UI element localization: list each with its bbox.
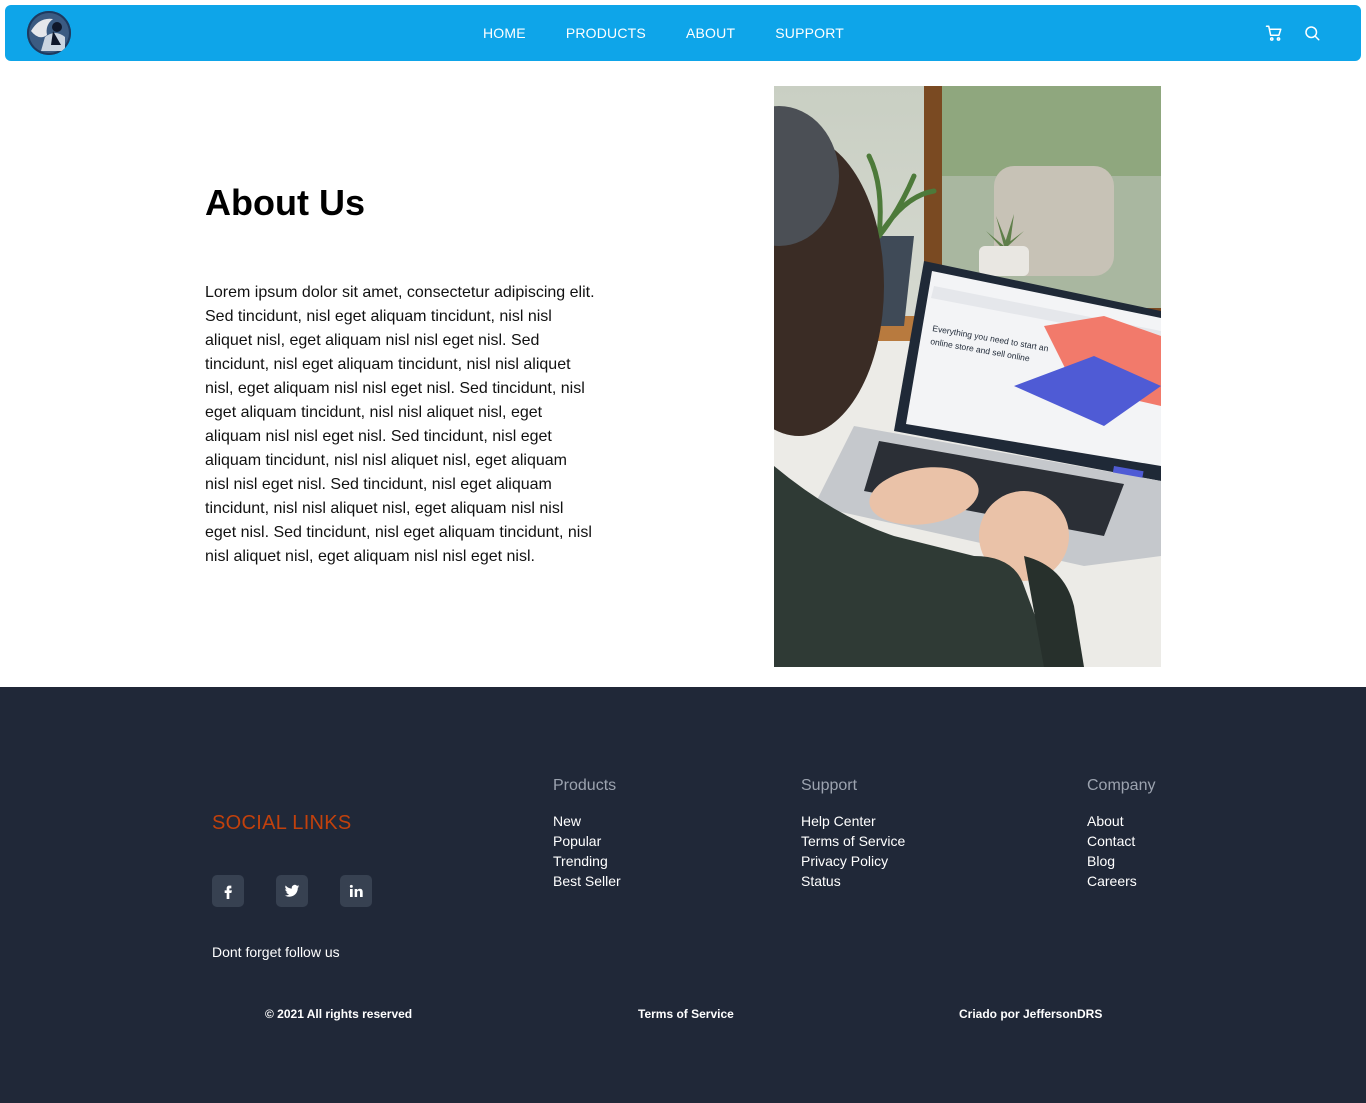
footer-col-title: Company [1087, 777, 1156, 794]
footer-col-title: Support [801, 777, 858, 794]
page-title: About Us [205, 182, 365, 223]
nav-link-home[interactable]: HOME [483, 25, 526, 41]
logo[interactable] [27, 11, 71, 55]
follow-text: Dont forget follow us [212, 944, 340, 960]
footer-col-title: Products [553, 777, 617, 794]
footer-col-support: Support Help Center Terms of Service Pri… [801, 777, 905, 891]
about-paragraph: Lorem ipsum dolor sit amet, consectetur … [205, 284, 595, 565]
hero-image: Everything you need to start an online s… [774, 86, 1161, 667]
footer-link-careers[interactable]: Careers [1087, 871, 1155, 891]
footer-link-help-center[interactable]: Help Center [801, 811, 905, 831]
credit-text: Criado por JeffersonDRS [959, 1007, 1103, 1021]
linkedin-icon[interactable] [340, 875, 372, 907]
footer-link-trending[interactable]: Trending [553, 851, 621, 871]
person-laptop-photo: Everything you need to start an online s… [774, 86, 1161, 667]
nav-link-support[interactable]: SUPPORT [775, 25, 844, 41]
footer-link-blog[interactable]: Blog [1087, 851, 1155, 871]
logo-image [27, 11, 71, 55]
cart-icon[interactable] [1265, 24, 1283, 42]
footer-link-popular[interactable]: Popular [553, 831, 621, 851]
footer-link-about[interactable]: About [1087, 811, 1155, 831]
social-icons [212, 875, 372, 907]
footer-col-products: Products New Popular Trending Best Selle… [553, 777, 621, 891]
footer-col-company: Company About Contact Blog Careers [1087, 777, 1155, 891]
footer-link-privacy[interactable]: Privacy Policy [801, 851, 905, 871]
footer-link-best-seller[interactable]: Best Seller [553, 871, 621, 891]
footer-link-terms[interactable]: Terms of Service [801, 831, 905, 851]
twitter-icon[interactable] [276, 875, 308, 907]
nav-link-about[interactable]: ABOUT [686, 25, 735, 41]
nav-icons [1265, 5, 1321, 61]
footer-link-status[interactable]: Status [801, 871, 905, 891]
nav-link-products[interactable]: PRODUCTS [566, 25, 646, 41]
facebook-icon[interactable] [212, 875, 244, 907]
social-links-title: SOCIAL LINKS [212, 812, 352, 834]
search-icon[interactable] [1303, 24, 1321, 42]
terms-link[interactable]: Terms of Service [638, 1007, 734, 1021]
copyright: © 2021 All rights reserved [265, 1007, 413, 1021]
navbar: HOME PRODUCTS ABOUT SUPPORT [5, 5, 1361, 61]
footer-link-new[interactable]: New [553, 811, 621, 831]
main-nav: HOME PRODUCTS ABOUT SUPPORT [483, 5, 844, 61]
footer: SOCIAL LINKS Dont forget follow us Produ… [0, 687, 1366, 1103]
footer-link-contact[interactable]: Contact [1087, 831, 1155, 851]
